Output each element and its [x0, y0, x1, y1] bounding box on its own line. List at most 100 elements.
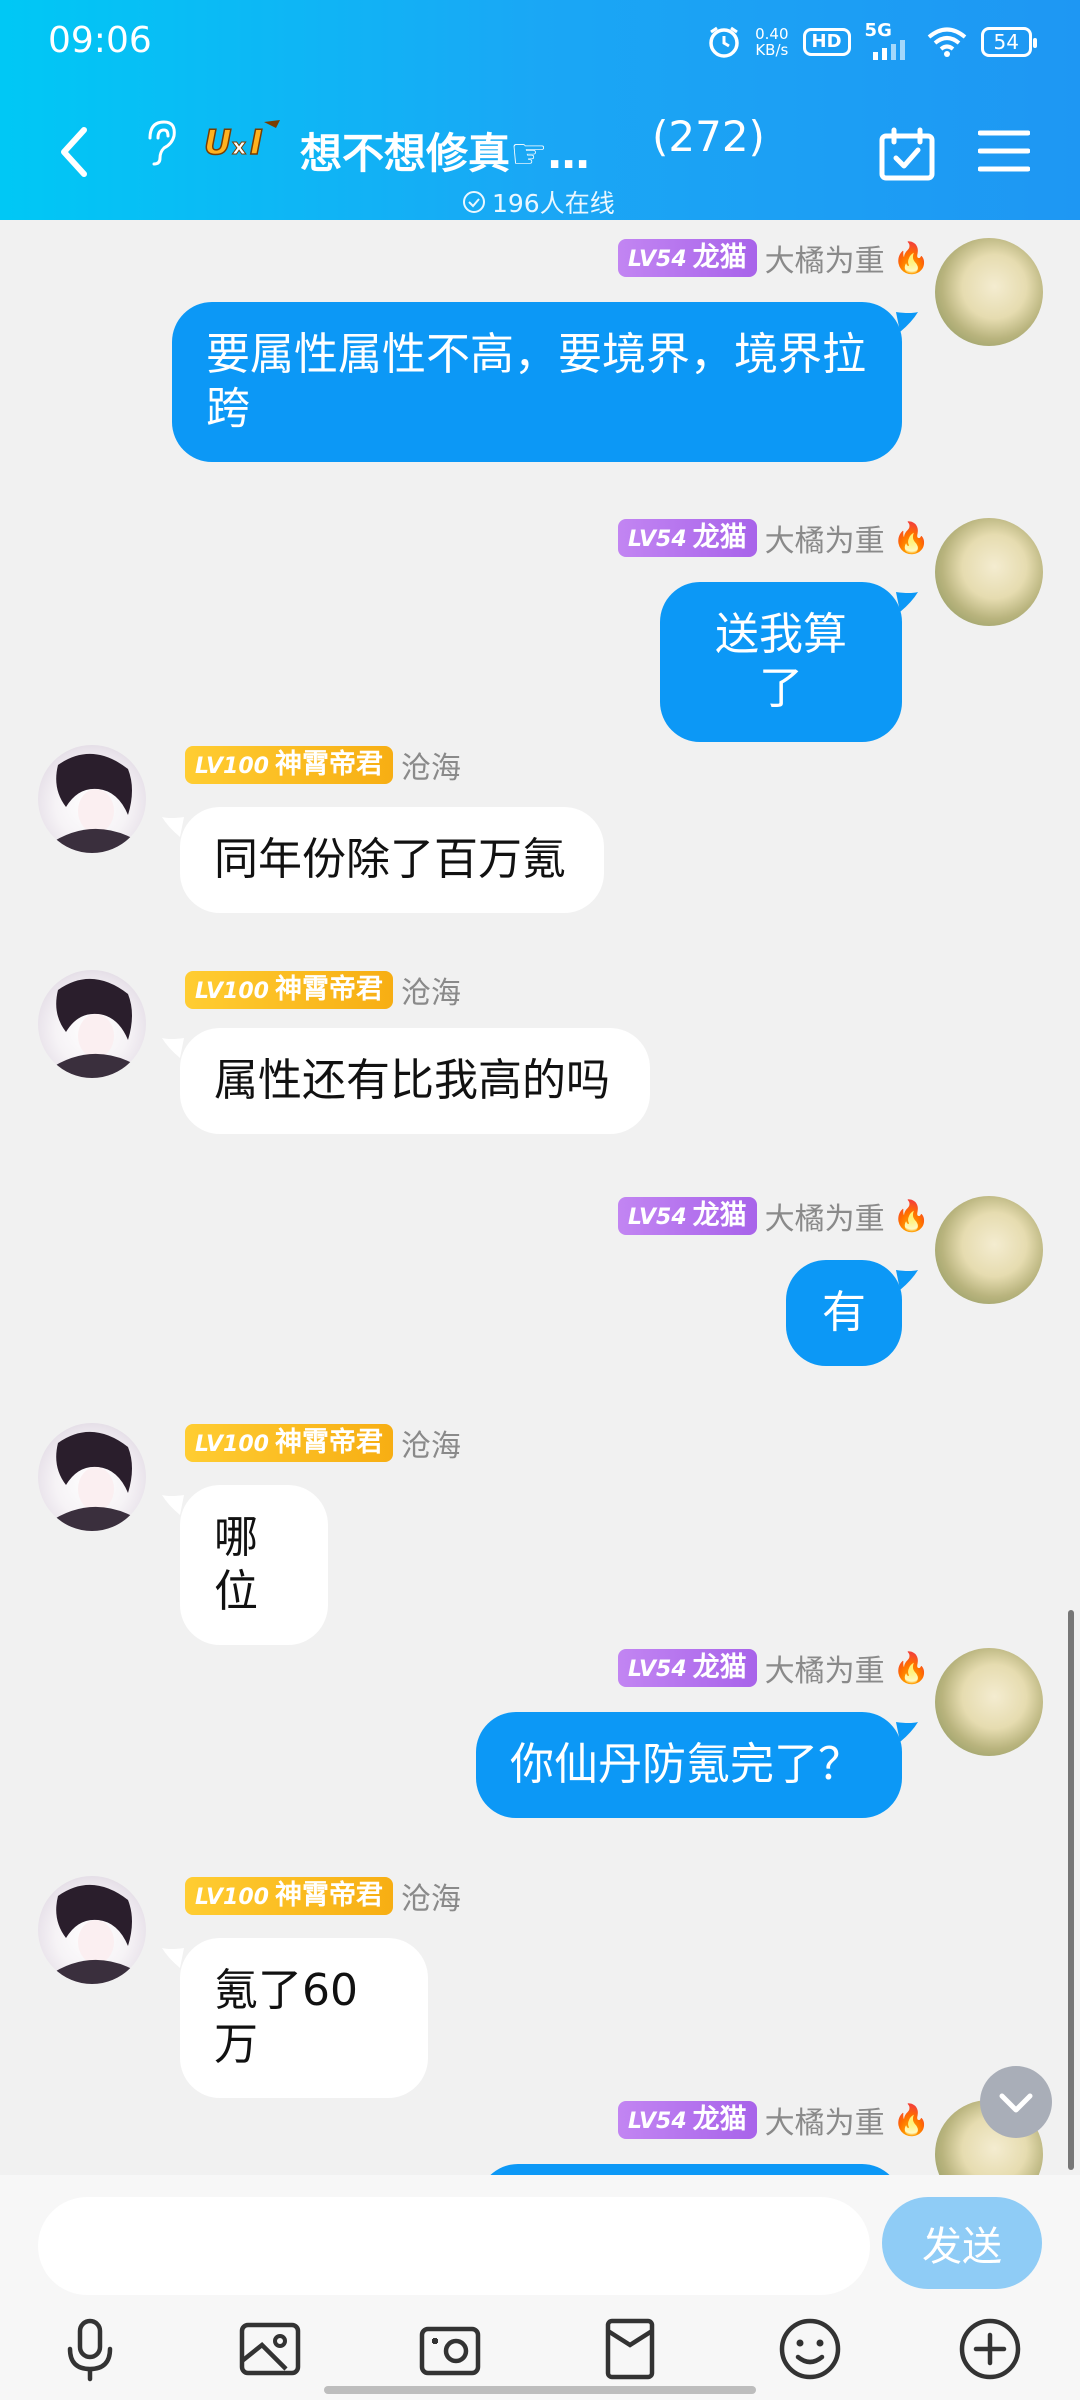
sender-meta: LV54 龙猫 大橘为重 🔥 [618, 1648, 930, 1689]
message-bubble[interactable] [478, 2164, 902, 2175]
level-badge: LV100 神霄帝君 [185, 1877, 393, 1915]
fire-icon: 🔥 [892, 240, 930, 276]
level-badge: LV100 神霄帝君 [185, 746, 393, 784]
nav-bar: U x I 想不想修真☞… (272) 196人在线 [0, 100, 1080, 220]
sender-meta: LV100 神霄帝君 沧海 [185, 745, 461, 786]
message-bubble[interactable]: 氪了60万 [180, 1938, 428, 2098]
back-icon[interactable] [50, 122, 100, 182]
message-bubble[interactable]: 同年份除了百万氪 [180, 807, 604, 913]
message-item: LV100 神霄帝君 沧海 同年份除了百万氪 [0, 745, 1080, 935]
chevron-down-icon [999, 2093, 1033, 2113]
menu-icon[interactable] [978, 128, 1030, 174]
online-count: 196人在线 [492, 189, 615, 218]
online-check-icon [463, 191, 485, 213]
bubble-tail [896, 1270, 918, 1290]
message-item: LV100 神霄帝君 沧海 哪位 [0, 1423, 1080, 1645]
level-text: LV54 [628, 527, 687, 552]
alarm-icon [709, 26, 739, 58]
avatar-art [48, 1431, 138, 1531]
avatar[interactable] [38, 970, 146, 1078]
camera-icon[interactable] [416, 2315, 484, 2383]
sender-name: 沧海 [400, 1882, 461, 1917]
message-bubble[interactable]: 属性还有比我高的吗 [180, 1028, 650, 1134]
level-text: LV100 [195, 754, 269, 779]
level-text: LV100 [195, 979, 269, 1004]
level-badge: LV54 龙猫 [618, 239, 757, 277]
avatar[interactable] [935, 238, 1043, 346]
hd-badge: HD [802, 28, 851, 56]
svg-text:U: U [204, 123, 232, 163]
online-status[interactable]: 196人在线 [462, 184, 615, 220]
mic-icon[interactable] [56, 2315, 124, 2383]
message-bubble[interactable]: 你仙丹防氪完了？ [476, 1712, 902, 1818]
send-button[interactable]: 发送 [882, 2197, 1042, 2289]
ear-icon[interactable] [142, 118, 178, 168]
sender-name: 沧海 [400, 976, 461, 1011]
bubble-tail [162, 817, 184, 837]
home-indicator[interactable] [324, 2386, 756, 2394]
emoji-icon[interactable] [776, 2315, 844, 2383]
avatar[interactable] [38, 1423, 146, 1531]
net-speed-unit: KB/s [755, 41, 789, 59]
status-bar: 09:06 0.40 KB/s HD 5G 54 [0, 0, 1080, 84]
sender-name: 大橘为重 [764, 244, 885, 279]
group-title[interactable]: 想不想修真☞… [300, 120, 590, 181]
message-bubble[interactable]: 要属性属性不高，要境界，境界拉跨 [172, 302, 902, 462]
level-text: LV54 [628, 2109, 687, 2134]
level-title: 神霄帝君 [274, 749, 383, 780]
bubble-tail [162, 1038, 184, 1058]
status-icons: 0.40 KB/s HD 5G 54 [707, 20, 1038, 64]
wifi-icon [927, 27, 966, 57]
level-badge: LV54 龙猫 [618, 1649, 757, 1687]
level-text: LV54 [628, 1205, 687, 1230]
svg-text:I: I [250, 123, 263, 163]
sender-meta: LV100 神霄帝君 沧海 [185, 1423, 461, 1464]
scrollbar[interactable] [1068, 1610, 1074, 2170]
avatar[interactable] [935, 1196, 1043, 1304]
svg-text:x: x [232, 135, 246, 160]
message-bubble[interactable]: 送我算了 [660, 582, 902, 742]
message-bubble[interactable]: 有 [786, 1260, 902, 1366]
sender-name: 沧海 [400, 751, 461, 786]
cellular-signal: 5G [865, 20, 913, 62]
avatar[interactable] [38, 745, 146, 853]
status-time: 09:06 [48, 20, 152, 61]
message-item: LV100 神霄帝君 沧海 氪了60万 [0, 1876, 1080, 2098]
plus-icon[interactable] [956, 2315, 1024, 2383]
message-list[interactable]: LV54 龙猫 大橘为重 🔥 要属性属性不高，要境界，境界拉跨 LV54 龙猫 大橘… [0, 220, 1080, 2175]
level-title: 龙猫 [692, 1652, 747, 1683]
bubble-tail [162, 1495, 184, 1515]
chat-header: 09:06 0.40 KB/s HD 5G 54 U x I 想不想修真☞… (… [0, 0, 1080, 220]
scroll-down-button[interactable] [980, 2066, 1052, 2138]
bubble-tail [162, 1948, 184, 1968]
net-speed-value: 0.40 [755, 25, 789, 43]
avatar-art [48, 978, 138, 1078]
image-icon[interactable] [236, 2315, 304, 2383]
level-title: 神霄帝君 [274, 1427, 383, 1458]
message-item: LV54 龙猫 大橘为重 🔥 你仙丹防氪完了？ [0, 1630, 1080, 1820]
fire-icon: 🔥 [892, 520, 930, 556]
message-item: LV100 神霄帝君 沧海 属性还有比我高的吗 [0, 970, 1080, 1160]
sender-name: 大橘为重 [764, 2106, 885, 2141]
sender-name: 大橘为重 [764, 524, 885, 559]
sender-meta: LV100 神霄帝君 沧海 [185, 1876, 461, 1917]
message-input[interactable] [38, 2197, 870, 2295]
message-bubble[interactable]: 哪位 [180, 1485, 328, 1645]
calendar-check-icon[interactable] [878, 126, 936, 182]
sender-name: 沧海 [400, 1429, 461, 1464]
message-item: LV54 龙猫 大橘为重 🔥 有 [0, 1178, 1080, 1368]
member-count[interactable]: (272) [652, 112, 765, 161]
avatar-art [48, 1884, 138, 1984]
level-title: 龙猫 [692, 1200, 747, 1231]
message-item: LV54 龙猫 大橘为重 🔥 [0, 2082, 1080, 2175]
avatar[interactable] [935, 518, 1043, 626]
avatar[interactable] [38, 1876, 146, 1984]
bubble-tail [896, 592, 918, 612]
input-area: 发送 [0, 2175, 1080, 2400]
bubble-tail [896, 312, 918, 332]
sender-meta: LV54 龙猫 大橘为重 🔥 [618, 518, 930, 559]
red-packet-icon[interactable] [596, 2315, 664, 2383]
avatar[interactable] [935, 1648, 1043, 1756]
sender-name: 大橘为重 [764, 1202, 885, 1237]
signal-bars-icon [872, 40, 905, 60]
